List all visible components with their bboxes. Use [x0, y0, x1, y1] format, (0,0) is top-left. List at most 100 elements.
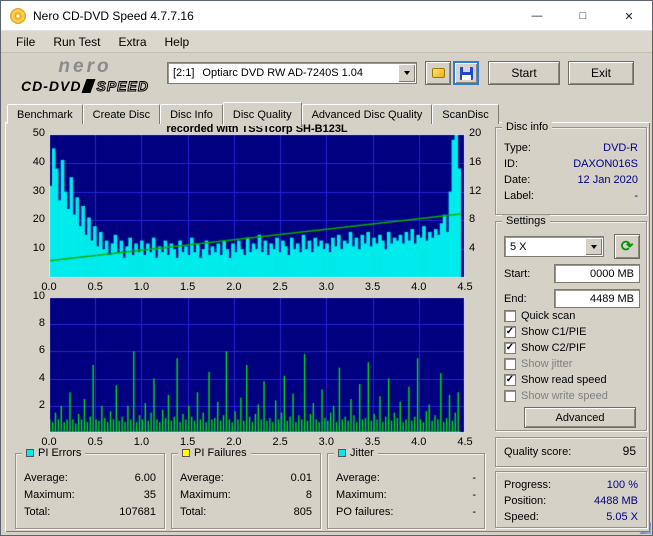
stat-label: Average: [180, 472, 224, 484]
pi-failures-color-chip [182, 449, 190, 457]
checkbox-box-icon[interactable] [504, 310, 516, 322]
disc-info-value: DAXON016S [573, 158, 638, 170]
start-button[interactable]: Start [488, 61, 560, 85]
stat-value: - [472, 472, 476, 484]
tab-create-disc[interactable]: Create Disc [82, 104, 161, 124]
stat-label: Average: [24, 472, 68, 484]
tab-benchmark[interactable]: Benchmark [7, 104, 83, 124]
quality-score-label: Quality score: [504, 446, 572, 458]
menu-help[interactable]: Help [156, 32, 199, 52]
checkbox-show-c2-pif[interactable]: ✓ Show C2/PIF [504, 340, 642, 356]
stat-value: - [472, 489, 476, 501]
window-title: Nero CD-DVD Speed 4.7.7.16 [33, 8, 194, 23]
y-axis-tick-right: 4 [469, 242, 476, 255]
chevron-down-icon [403, 71, 410, 75]
speed-label: Speed: [504, 511, 539, 523]
jitter-box-title: Jitter [334, 447, 378, 459]
quality-score-value: 95 [622, 444, 636, 458]
save-button[interactable] [453, 61, 479, 85]
menu-file[interactable]: File [7, 32, 44, 52]
progress-row: Speed: 5.05 X [504, 511, 638, 523]
progress-row: Progress: 100 % [504, 479, 638, 491]
x-axis-tick: 3.0 [318, 436, 334, 448]
tab-disc-quality[interactable]: Disc Quality [222, 102, 302, 126]
refresh-icon: ⟳ [620, 238, 634, 255]
checkbox-label: Quick scan [521, 310, 576, 322]
logo-speed-text: SPEED [96, 78, 149, 95]
stat-row: Total: 107681 [24, 506, 156, 518]
logo-slash-mark [81, 79, 97, 93]
stat-label: Total: [24, 506, 51, 518]
maximize-button[interactable]: □ [560, 1, 606, 31]
y-axis-tick-right: 8 [469, 213, 476, 226]
stat-value: 0.01 [290, 472, 312, 484]
menu-extra[interactable]: Extra [109, 32, 155, 52]
minimize-button[interactable]: — [514, 1, 560, 31]
x-axis-tick: 4.0 [411, 281, 427, 293]
app-window: Nero CD-DVD Speed 4.7.7.16 — □ ✕ File Ru… [0, 0, 653, 536]
checkbox-box-icon[interactable]: ✓ [504, 374, 516, 386]
x-axis-tick: 1.0 [133, 281, 150, 293]
drive-select[interactable]: [2:1] Optiarc DVD RW AD-7240S 1.04 [167, 62, 417, 84]
y-axis-tick-left: 8 [38, 317, 45, 330]
x-axis-tick: 1.5 [180, 281, 196, 293]
stat-value: - [472, 506, 476, 518]
x-axis-tick: 2.5 [272, 436, 288, 448]
y-axis-tick-right: 16 [469, 155, 482, 168]
y-axis-tick-left: 20 [32, 213, 45, 226]
floppy-label [461, 74, 471, 80]
stat-label: Maximum: [24, 489, 75, 501]
checkbox-box-icon[interactable]: ✓ [504, 342, 516, 354]
end-input[interactable]: 4489 MB [554, 289, 640, 308]
close-button[interactable]: ✕ [606, 1, 652, 31]
scan-speed-arrow[interactable] [585, 238, 602, 255]
pi-errors-box-title: PI Errors [22, 447, 86, 459]
stat-value: 107681 [119, 506, 156, 518]
options-button[interactable] [425, 61, 451, 85]
speed-value: 5.05 X [606, 511, 638, 523]
hand-card-icon [431, 68, 445, 78]
checkbox-label: Show read speed [521, 374, 607, 386]
checkbox-box-icon [504, 358, 516, 370]
stat-value: 35 [143, 489, 156, 501]
x-axis-tick: 2.0 [226, 281, 242, 293]
scan-speed-select[interactable]: 5 X [504, 236, 604, 257]
stat-row: Average: 6.00 [24, 472, 156, 484]
stat-value: 805 [293, 506, 312, 518]
stat-row: Average: - [336, 472, 476, 484]
disc-info-row: Type: DVD-R [504, 142, 638, 154]
pi-failures-chart [49, 297, 465, 433]
end-field-label: End: [504, 293, 527, 305]
checkbox-show-jitter: Show jitter [504, 356, 642, 372]
stat-value: 6.00 [134, 472, 156, 484]
tab-advanced-disc-quality[interactable]: Advanced Disc Quality [301, 104, 433, 124]
jitter-box: Jitter Average: - Maximum: - PO failures… [327, 447, 485, 529]
checkbox-show-c1-pie[interactable]: ✓ Show C1/PIE [504, 324, 642, 340]
checkbox-box-icon[interactable]: ✓ [504, 326, 516, 338]
x-axis-tick: 4.0 [411, 436, 427, 448]
exit-button[interactable]: Exit [568, 61, 634, 85]
disc-info-row: Label: - [504, 190, 638, 202]
disc-quality-panel: recorded with TSSTcorp SH-B123L PI Error… [5, 121, 650, 532]
reload-disc-button[interactable]: ⟳ [614, 234, 640, 259]
stat-row: PO failures: - [336, 506, 476, 518]
checkbox-show-read-speed[interactable]: ✓ Show read speed [504, 372, 642, 388]
x-axis-tick: 3.5 [364, 281, 381, 293]
drive-select-arrow[interactable] [398, 64, 415, 82]
y-axis-tick-left: 50 [32, 127, 45, 139]
tab-disc-info[interactable]: Disc Info [160, 104, 223, 124]
y-axis-tick-left: 10 [32, 242, 45, 255]
x-axis-tick: 2.0 [226, 436, 242, 448]
drive-name: Optiarc DVD RW AD-7240S 1.04 [202, 67, 363, 79]
start-input[interactable]: 0000 MB [554, 264, 640, 283]
tab-scandisc[interactable]: ScanDisc [432, 104, 499, 124]
advanced-button[interactable]: Advanced [524, 407, 636, 428]
menu-run-test[interactable]: Run Test [44, 32, 109, 52]
menu-bar: File Run Test Extra Help [1, 31, 652, 53]
tab-strip: Benchmark Create Disc Disc Info Disc Qua… [7, 102, 499, 126]
stat-label: Maximum: [180, 489, 231, 501]
checkbox-quick-scan[interactable]: Quick scan [504, 308, 642, 324]
x-axis-tick: 4.5 [457, 436, 473, 448]
pi-errors-box: PI Errors Average: 6.00 Maximum: 35 Tota… [15, 447, 165, 529]
stat-label: PO failures: [336, 506, 394, 518]
